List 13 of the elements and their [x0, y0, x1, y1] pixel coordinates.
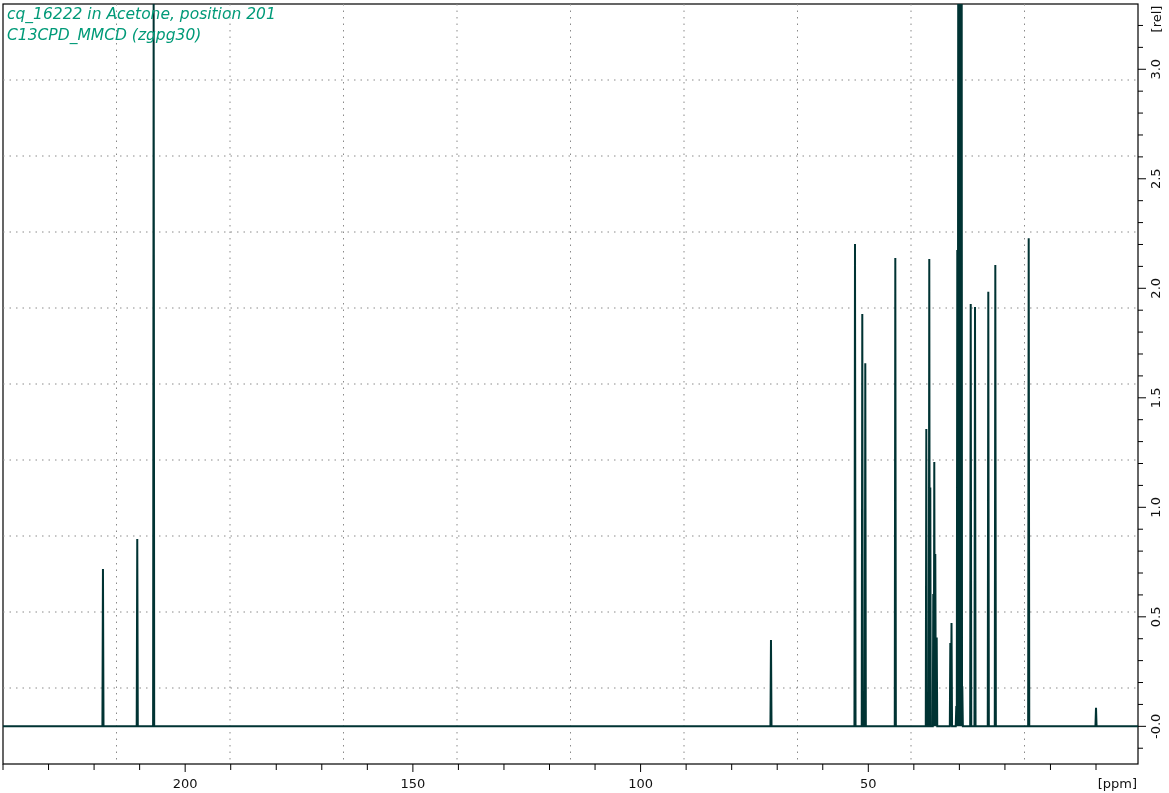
y-axis-unit: [rel]: [1148, 5, 1164, 33]
x-tick-label: 50: [860, 776, 877, 791]
y-tick-label: 1.5: [1148, 387, 1164, 409]
y-tick-label: 2.5: [1148, 168, 1164, 190]
y-tick-label: 2.0: [1148, 277, 1164, 299]
y-tick-label: -0.0: [1148, 713, 1164, 739]
x-tick-label: 100: [628, 776, 653, 791]
y-tick-label: 0.5: [1148, 606, 1164, 628]
y-tick-label: 3.0: [1148, 58, 1164, 80]
x-tick-label: 200: [172, 776, 198, 791]
x-tick-label: 150: [400, 776, 426, 791]
x-axis-unit: [ppm]: [1097, 776, 1137, 791]
y-tick-label: 1.0: [1148, 496, 1164, 518]
